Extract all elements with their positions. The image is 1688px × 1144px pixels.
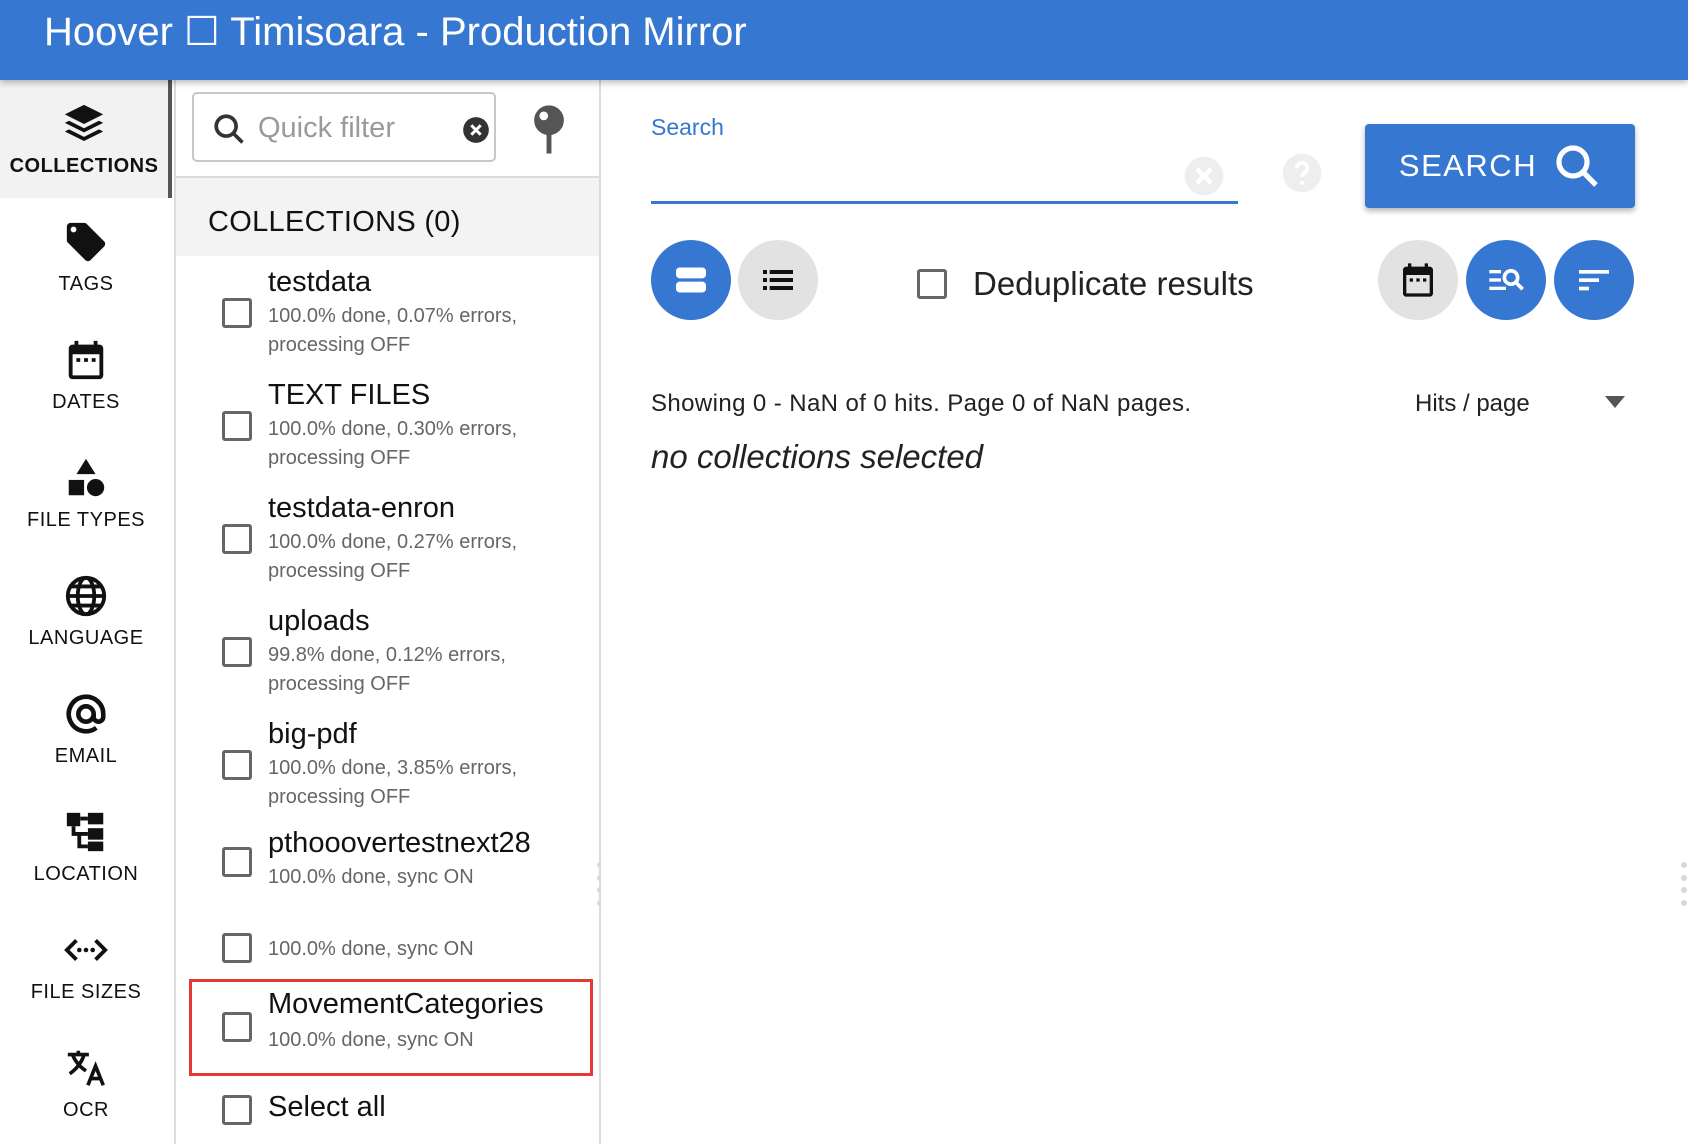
list-view-button[interactable]	[738, 240, 818, 320]
select-all-label: Select all	[268, 1091, 386, 1123]
collection-name: testdata-enron	[268, 492, 456, 524]
collection-checkbox[interactable]	[222, 847, 252, 877]
empty-message: no collections selected	[651, 438, 984, 475]
search-input[interactable]	[651, 160, 1191, 196]
collection-name: testdata	[268, 266, 372, 298]
app-title: Hoover ☐ Timisoara - Production Mirror	[44, 10, 747, 54]
rail-item-language[interactable]: LANGUAGE	[0, 552, 172, 670]
search-button-label: SEARCH	[1398, 148, 1538, 183]
list-view-icon	[763, 270, 793, 290]
search-button[interactable]: SEARCH	[1365, 124, 1635, 208]
search-icon	[214, 114, 244, 144]
collection-status: 99.8% done, 0.12% errors, processing OFF	[268, 644, 506, 695]
select-all-checkbox[interactable]	[222, 1095, 252, 1125]
sort-button[interactable]	[1554, 240, 1634, 320]
collection-status: 100.0% done, sync ON	[268, 938, 474, 960]
collection-checkbox[interactable]	[222, 411, 252, 441]
search-fields-button[interactable]	[1466, 240, 1546, 320]
sort-icon	[1579, 270, 1609, 291]
list-item-uploads[interactable]: uploads 99.8% done, 0.12% errors, proces…	[176, 595, 599, 708]
collection-checkbox[interactable]	[222, 524, 252, 554]
collection-checkbox[interactable]	[222, 637, 252, 667]
clear-filter-icon[interactable]	[462, 116, 490, 144]
quick-filter-input[interactable]	[258, 108, 428, 148]
deduplicate-checkbox[interactable]	[917, 269, 947, 299]
collection-checkbox[interactable]	[222, 933, 252, 963]
collection-status: 100.0% done, 0.07% errors, processing OF…	[268, 305, 518, 356]
shapes-icon	[63, 455, 109, 501]
collection-name: MovementCategories	[268, 988, 544, 1020]
manage-search-icon	[1489, 269, 1524, 291]
results-summary: Showing 0 - NaN of 0 hits. Page 0 of NaN…	[651, 390, 1192, 417]
rail-item-file-sizes[interactable]: FILE SIZES	[0, 906, 172, 1024]
collections-panel: COLLECTIONS (0) testdata 100.0% done, 0.…	[176, 80, 603, 1144]
collection-status: 100.0% done, sync ON	[268, 1029, 474, 1051]
rail-item-email[interactable]: EMAIL	[0, 670, 172, 788]
folder-tree-icon	[63, 809, 109, 855]
collection-checkbox[interactable]	[222, 750, 252, 780]
list-item-big-pdf[interactable]: big-pdf 100.0% done, 3.85% errors, proce…	[176, 708, 599, 821]
rail-item-dates[interactable]: DATES	[0, 316, 172, 434]
clear-search-icon[interactable]	[1183, 155, 1225, 197]
search-label: Search	[651, 114, 724, 140]
list-item-text-files[interactable]: TEXT FILES 100.0% done, 0.30% errors, pr…	[176, 369, 599, 482]
hits-per-page-select[interactable]: Hits / page	[1415, 390, 1530, 418]
collection-name: pthooovertestnext28	[268, 827, 531, 859]
rail-label: EMAIL	[54, 744, 118, 767]
collections-heading: COLLECTIONS (0)	[208, 206, 461, 238]
search-icon	[1556, 145, 1598, 187]
list-item-movementcategories[interactable]: MovementCategories 100.0% done, sync ON	[176, 982, 599, 1073]
collection-status: 100.0% done, 0.27% errors, processing OF…	[268, 531, 518, 582]
rail-item-file-types[interactable]: FILE TYPES	[0, 434, 172, 552]
date-histogram-button[interactable]	[1378, 240, 1458, 320]
filter-rail: COLLECTIONS TAGS DATES FILE TYPES LANGUA…	[0, 80, 176, 1144]
rail-label: FILE SIZES	[30, 980, 142, 1003]
collection-status: 100.0% done, 0.30% errors, processing OF…	[268, 418, 518, 469]
select-all-row[interactable]: Select all	[176, 1082, 599, 1138]
collections-list: testdata 100.0% done, 0.07% errors, proc…	[176, 256, 599, 1144]
collection-name: TEXT FILES	[268, 379, 431, 411]
list-item-unnamed[interactable]: 100.0% done, sync ON	[176, 907, 599, 979]
pin-icon[interactable]	[528, 102, 570, 156]
translate-icon	[63, 1045, 109, 1091]
list-item-testdata-enron[interactable]: testdata-enron 100.0% done, 0.27% errors…	[176, 482, 599, 595]
rail-label: OCR	[63, 1098, 109, 1121]
rail-label: LOCATION	[33, 862, 139, 885]
rail-item-location[interactable]: LOCATION	[0, 788, 172, 906]
at-sign-icon	[63, 691, 109, 737]
rail-label: FILE TYPES	[26, 508, 145, 531]
tag-icon	[63, 219, 109, 265]
search-main: Search SEARCH Deduplicate results Showin…	[601, 80, 1688, 1144]
layers-icon	[61, 101, 107, 147]
globe-icon	[63, 573, 109, 619]
app-header: Hoover ☐ Timisoara - Production Mirror	[0, 0, 1688, 80]
calendar-icon	[63, 337, 109, 383]
list-item-testdata[interactable]: testdata 100.0% done, 0.07% errors, proc…	[176, 256, 599, 369]
rail-item-tags[interactable]: TAGS	[0, 198, 172, 316]
rail-label: TAGS	[58, 272, 114, 295]
deduplicate-label: Deduplicate results	[973, 265, 1254, 302]
help-icon[interactable]	[1281, 152, 1323, 194]
collection-checkbox[interactable]	[222, 1012, 252, 1042]
card-view-icon	[676, 267, 706, 293]
size-arrows-icon	[63, 927, 109, 973]
card-view-button[interactable]	[651, 240, 731, 320]
deduplicate-toggle[interactable]: Deduplicate results	[917, 262, 1254, 306]
rail-item-collections[interactable]: COLLECTIONS	[0, 80, 172, 198]
dropdown-arrow-icon[interactable]	[1605, 396, 1625, 408]
rail-label: LANGUAGE	[28, 626, 144, 649]
collection-checkbox[interactable]	[222, 298, 252, 328]
collection-name: big-pdf	[268, 718, 357, 750]
quick-filter	[192, 92, 496, 162]
rail-item-ocr[interactable]: OCR	[0, 1024, 172, 1142]
calendar-icon	[1403, 263, 1433, 297]
rail-label: DATES	[52, 390, 120, 413]
search-field	[651, 150, 1238, 204]
collection-name: uploads	[268, 605, 370, 637]
collection-status: 100.0% done, 3.85% errors, processing OF…	[268, 757, 518, 808]
rail-label: COLLECTIONS	[9, 154, 159, 177]
list-item-pthooovertestnext28[interactable]: pthooovertestnext28 100.0% done, sync ON	[176, 821, 599, 907]
main-resize-handle[interactable]	[1681, 862, 1687, 906]
collection-status: 100.0% done, sync ON	[268, 866, 474, 888]
